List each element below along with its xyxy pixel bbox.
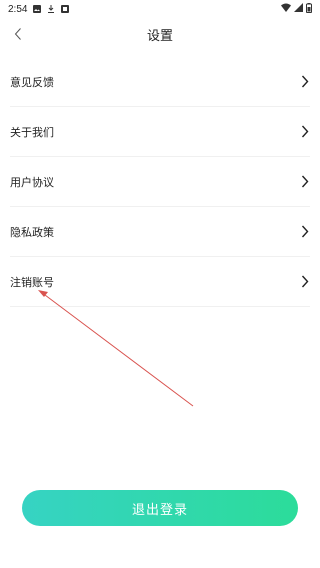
status-bar-right <box>281 2 312 16</box>
top-nav-bar: 设置 <box>0 18 320 50</box>
menu-item-user-agreement[interactable]: 用户协议 <box>10 157 310 207</box>
settings-menu-list: 意见反馈 关于我们 用户协议 隐私政策 注销账号 <box>0 57 320 307</box>
menu-item-about-us[interactable]: 关于我们 <box>10 107 310 157</box>
wifi-icon <box>281 3 291 15</box>
cellular-signal-icon <box>294 3 303 15</box>
battery-icon <box>306 2 312 16</box>
menu-item-label: 关于我们 <box>10 125 54 139</box>
settings-screen: 2:54 设置 意见反馈 关于我们 用户协议 隐私政策 注销账号 退出登录 <box>0 0 320 568</box>
status-bar: 2:54 <box>0 0 320 18</box>
menu-item-feedback[interactable]: 意见反馈 <box>10 57 310 107</box>
download-icon <box>47 5 55 13</box>
menu-item-label: 隐私政策 <box>10 225 54 239</box>
menu-item-label: 注销账号 <box>10 275 54 289</box>
chevron-right-icon <box>300 175 310 189</box>
chevron-right-icon <box>300 225 310 239</box>
menu-item-delete-account[interactable]: 注销账号 <box>10 257 310 307</box>
status-bar-left: 2:54 <box>8 3 70 15</box>
logout-button[interactable]: 退出登录 <box>22 490 298 526</box>
page-title: 设置 <box>146 29 173 44</box>
menu-item-label: 用户协议 <box>10 175 54 189</box>
menu-item-privacy-policy[interactable]: 隐私政策 <box>10 207 310 257</box>
image-icon <box>33 5 42 13</box>
menu-item-label: 意见反馈 <box>10 75 54 89</box>
chevron-right-icon <box>300 275 310 289</box>
app-icon <box>61 5 70 13</box>
chevron-right-icon <box>300 125 310 139</box>
status-time: 2:54 <box>8 3 28 15</box>
chevron-right-icon <box>300 75 310 89</box>
